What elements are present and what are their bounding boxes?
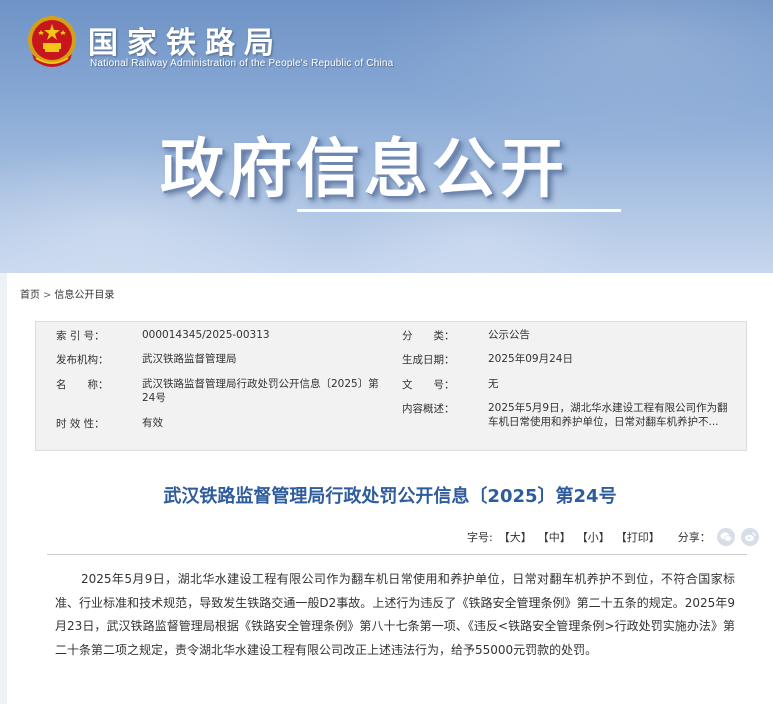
article-toolbar: 字号: 【大】 【中】 【小】 【打印】 分享：: [467, 528, 759, 546]
print-button[interactable]: 【打印】: [616, 529, 660, 545]
weibo-icon[interactable]: [740, 528, 759, 546]
font-medium-button[interactable]: 【中】: [538, 529, 571, 545]
banner-title: 政府信息公开: [160, 133, 568, 207]
font-size-label: 字号:: [467, 531, 493, 544]
date-value: 2025年09月24日: [488, 353, 573, 365]
name-label: 名 称：: [56, 379, 109, 391]
category-label: 分 类：: [402, 330, 455, 342]
breadcrumb: 首页 > 信息公开目录: [20, 286, 114, 301]
article-title: 武汉铁路监督管理局行政处罚公开信息〔2025〕第24号: [163, 486, 617, 507]
site-name-en: National Railway Administration of the P…: [90, 58, 394, 69]
wechat-icon[interactable]: [716, 528, 735, 546]
index-label: 索 引 号：: [56, 330, 105, 342]
name-value: 武汉铁路监督管理局行政处罚公开信息〔2025〕第24号: [142, 378, 379, 404]
font-large-button[interactable]: 【大】: [499, 529, 532, 545]
publisher-value: 武汉铁路监督管理局: [142, 353, 237, 365]
article-body: 2025年5月9日，湖北华水建设工程有限公司作为翻车机日常使用和养护单位，日常对…: [55, 572, 735, 657]
banner-divider: [297, 209, 621, 212]
article-divider: [47, 554, 747, 555]
breadcrumb-home-link[interactable]: 首页: [20, 290, 40, 301]
publisher-label: 发布机构：: [56, 354, 109, 366]
page-header: 国家铁路局 National Railway Administration of…: [0, 0, 773, 273]
font-small-button[interactable]: 【小】: [577, 529, 610, 545]
doc-no-value: 无: [488, 378, 499, 390]
validity-label: 时 效 性：: [56, 418, 105, 430]
share-label: 分享：: [677, 531, 711, 544]
breadcrumb-current-link[interactable]: 信息公开目录: [54, 290, 114, 301]
category-value: 公示公告: [488, 329, 530, 341]
document-info-table: 索 引 号： 000014345/2025-00313 分 类： 公示公告 发布…: [35, 321, 747, 451]
breadcrumb-separator: >: [43, 290, 52, 301]
date-label: 生成日期：: [402, 354, 455, 366]
site-name[interactable]: 国家铁路局: [88, 18, 283, 62]
index-value: 000014345/2025-00313: [142, 329, 270, 341]
validity-value: 有效: [142, 417, 163, 429]
summary-label: 内容概述：: [402, 403, 455, 415]
summary-value: 2025年5月9日，湖北华水建设工程有限公司作为翻车机日常使用和养护单位，日常对…: [488, 402, 728, 428]
doc-no-label: 文 号：: [402, 379, 455, 391]
national-emblem-icon: [28, 16, 76, 67]
main-content: 首页 > 信息公开目录 索 引 号： 000014345/2025-00313 分 …: [7, 273, 773, 704]
